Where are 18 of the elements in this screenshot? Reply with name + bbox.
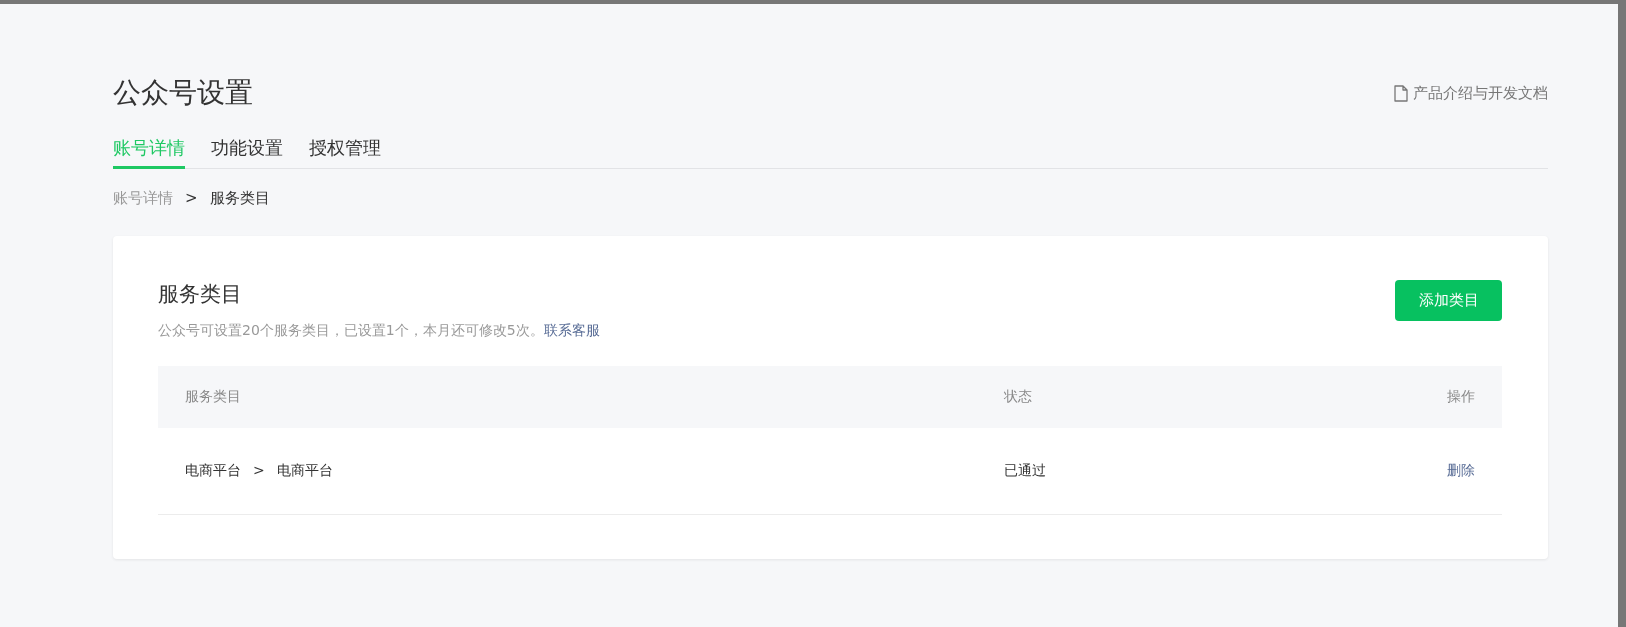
table-cell: 电商平台 [185,462,241,480]
card-title: 服务类目 [158,281,243,308]
breadcrumb-item: 服务类目 [209,189,270,208]
document-icon [1394,84,1408,102]
doc-link[interactable]: 产品介绍与开发文档 [1394,83,1548,103]
status-cell-text: 已通过 [1004,462,1047,480]
page-title: 公众号设置 [113,75,253,111]
contact-link[interactable]: 联系客服 [543,322,600,338]
table-cell: 电商平台 [276,462,333,480]
column-header: 状态 [1004,388,1033,406]
column-header: 服务类目 [185,388,242,406]
delete-link[interactable]: 删除 [1447,462,1475,478]
card-description: 公众号可设置20个服务类目，已设置1个，本月还可修改5次。联系客服 [158,322,600,340]
tab[interactable]: 功能设置 [211,136,283,169]
column-header: 操作 [1447,388,1475,406]
breadcrumb-separator: > [185,189,198,208]
category-separator: > [253,462,265,480]
tab[interactable]: 授权管理 [309,136,381,169]
